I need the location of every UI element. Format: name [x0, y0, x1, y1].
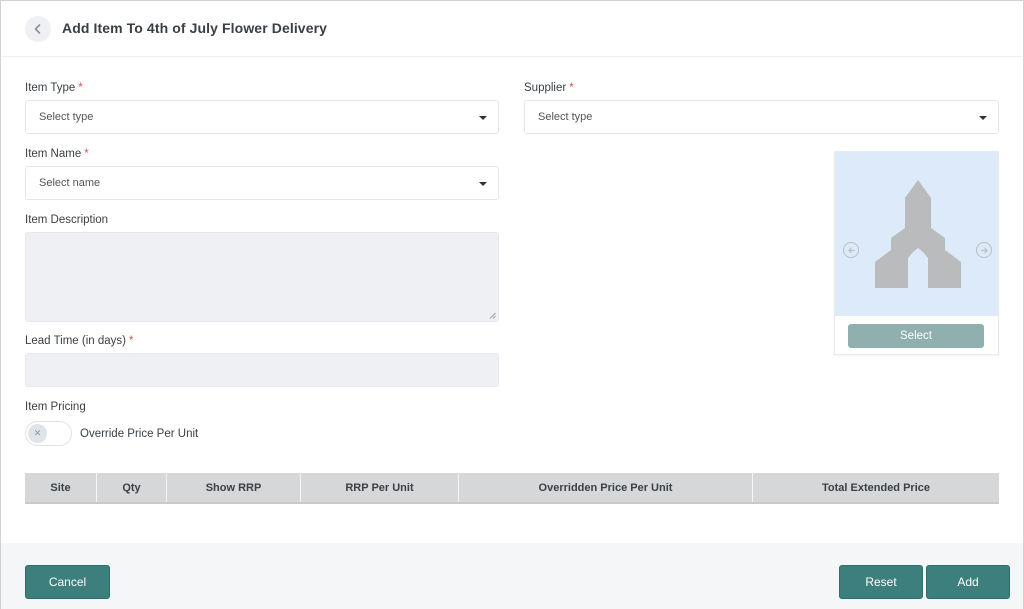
resize-grip-icon[interactable] — [489, 312, 496, 319]
required-marker: * — [78, 82, 83, 94]
item-name-select[interactable]: Select name — [25, 166, 499, 200]
required-marker: * — [84, 148, 89, 160]
supplier-label: Supplier * — [524, 82, 574, 94]
arrow-right-circle-icon[interactable] — [976, 242, 992, 258]
column-header-rrp-per-unit[interactable]: RRP Per Unit — [301, 473, 459, 502]
page-header: Add Item To 4th of July Flower Delivery — [1, 1, 1023, 57]
column-header-overridden-price[interactable]: Overridden Price Per Unit — [459, 473, 753, 502]
column-header-qty[interactable]: Qty — [97, 473, 167, 502]
page-title: Add Item To 4th of July Flower Delivery — [62, 20, 328, 36]
caret-down-icon — [479, 116, 487, 120]
item-type-label: Item Type * — [25, 82, 83, 94]
column-header-total-extended-price[interactable]: Total Extended Price — [753, 473, 999, 502]
chevron-left-icon — [34, 24, 41, 34]
footer-bar: Cancel Reset Add — [1, 543, 1023, 609]
back-button[interactable] — [25, 16, 51, 42]
item-pricing-label: Item Pricing — [25, 401, 86, 413]
item-description-label: Item Description — [25, 214, 109, 226]
override-price-toggle[interactable]: ✕ — [25, 421, 72, 446]
item-type-placeholder: Select type — [39, 111, 94, 123]
pricing-table-header: Site Qty Show RRP RRP Per Unit Overridde… — [25, 473, 999, 504]
column-header-site[interactable]: Site — [25, 473, 97, 502]
reset-button[interactable]: Reset — [839, 565, 923, 599]
image-preview — [835, 152, 998, 316]
override-price-label: Override Price Per Unit — [80, 428, 199, 440]
item-name-placeholder: Select name — [39, 177, 101, 189]
item-type-select[interactable]: Select type — [25, 100, 499, 134]
item-name-label: Item Name * — [25, 148, 89, 160]
arrow-left-circle-icon[interactable] — [843, 242, 859, 258]
item-description-textarea[interactable] — [25, 232, 499, 322]
caret-down-icon — [479, 182, 487, 186]
caret-down-icon — [979, 116, 987, 120]
app-window: Add Item To 4th of July Flower Delivery … — [0, 0, 1024, 609]
church-icon — [875, 180, 961, 288]
select-image-button[interactable]: Select — [848, 324, 984, 348]
toggle-knob-x-icon: ✕ — [28, 424, 47, 443]
supplier-select[interactable]: Select type — [524, 100, 999, 134]
add-button[interactable]: Add — [926, 565, 1010, 599]
supplier-placeholder: Select type — [538, 111, 593, 123]
required-marker: * — [569, 82, 574, 94]
column-header-show-rrp[interactable]: Show RRP — [167, 473, 301, 502]
cancel-button[interactable]: Cancel — [25, 565, 110, 599]
image-picker-card: Select — [834, 151, 999, 355]
required-marker: * — [129, 335, 134, 347]
lead-time-input[interactable] — [25, 353, 499, 387]
lead-time-label: Lead Time (in days) * — [25, 335, 134, 347]
